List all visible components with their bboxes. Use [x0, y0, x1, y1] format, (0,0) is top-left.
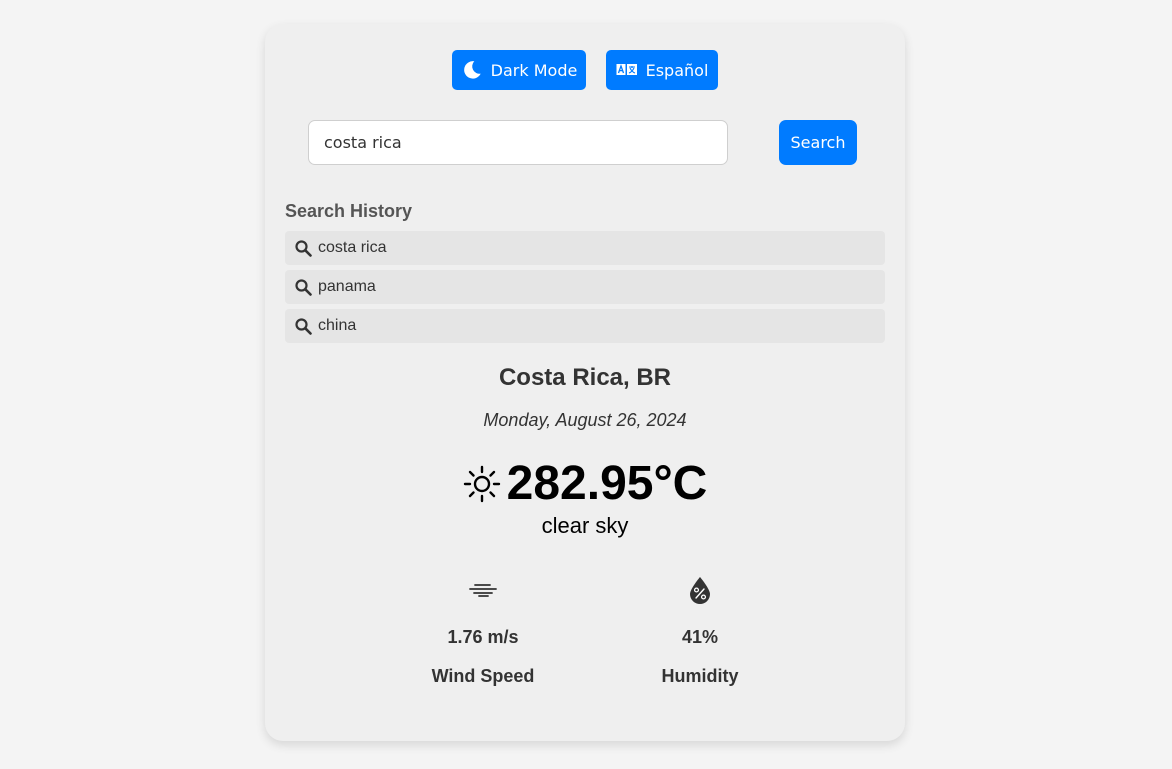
wind-speed-label: Wind Speed: [431, 666, 535, 686]
history-item[interactable]: china: [285, 309, 885, 343]
history-item-label: panama: [318, 278, 376, 295]
search-icon: [295, 278, 312, 296]
search-icon: [295, 239, 312, 257]
humidity-stat: 41% Humidity: [620, 574, 780, 687]
sun-icon: [463, 465, 501, 503]
weather-card: Dark Mode Español Search Search History …: [265, 24, 905, 741]
humidity-label: Humidity: [661, 666, 739, 686]
language-toggle-button[interactable]: Español: [606, 50, 718, 90]
wind-speed-value: 1.76 m/s: [447, 627, 519, 647]
language-label: Español: [645, 60, 709, 80]
wind-speed-stat: 1.76 m/s Wind Speed: [403, 574, 563, 687]
location-name: Costa Rica, BR: [498, 364, 672, 391]
search-input[interactable]: [308, 120, 728, 165]
history-item-label: costa rica: [318, 239, 387, 256]
translate-icon: [616, 63, 638, 77]
temperature-row: 282.95°C: [265, 456, 905, 512]
weather-description: clear sky: [541, 513, 629, 538]
wind-icon: [403, 574, 563, 606]
current-date: Monday, August 26, 2024: [483, 410, 687, 430]
search-button[interactable]: Search: [779, 120, 857, 165]
temperature-value: 282.95°C: [506, 457, 708, 510]
humidity-value: 41%: [681, 627, 719, 647]
search-icon: [295, 317, 312, 335]
humidity-icon: [620, 574, 780, 606]
history-item-label: china: [318, 317, 357, 334]
history-item[interactable]: costa rica: [285, 231, 885, 265]
moon-icon: [461, 59, 483, 81]
search-history-title: Search History: [285, 201, 413, 221]
history-item[interactable]: panama: [285, 270, 885, 304]
dark-mode-label: Dark Mode: [490, 60, 578, 80]
dark-mode-button[interactable]: Dark Mode: [452, 50, 586, 90]
